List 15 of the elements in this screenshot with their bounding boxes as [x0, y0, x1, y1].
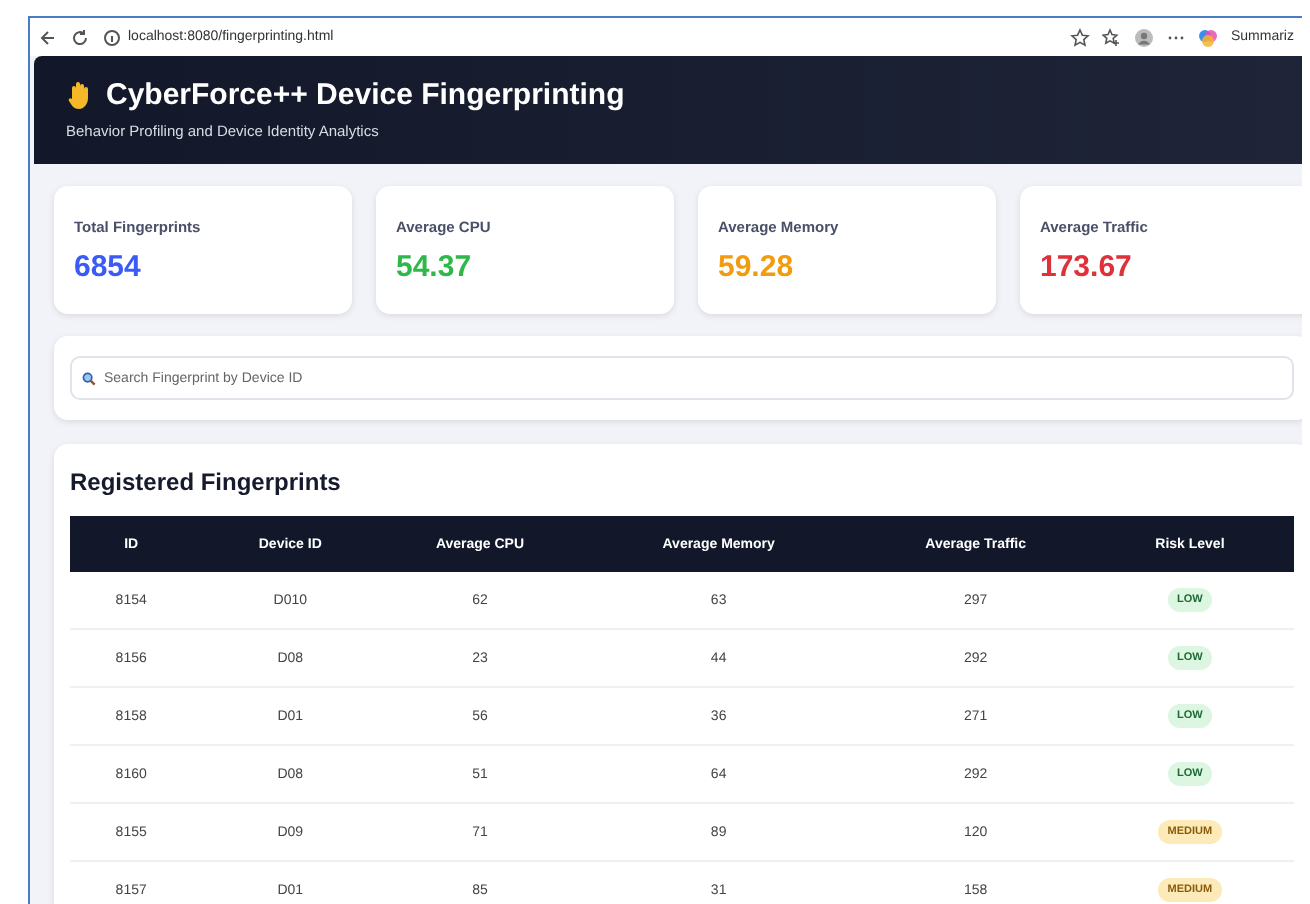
search-icon — [82, 372, 96, 386]
stat-value: 6854 — [74, 249, 143, 283]
star-icon[interactable] — [1070, 27, 1091, 47]
stat-value: 59.28 — [718, 249, 796, 283]
reload-icon[interactable] — [70, 27, 90, 47]
stat-value: 54.37 — [396, 249, 474, 283]
hand-icon — [66, 80, 94, 110]
avatar-icon[interactable] — [1134, 27, 1155, 47]
assistant-icon[interactable] — [1198, 27, 1219, 47]
stat-value: 173.67 — [1040, 249, 1134, 283]
table-title: Registered Fingerprints — [70, 468, 343, 496]
favorites-icon[interactable] — [1102, 27, 1123, 47]
page-title: CyberForce++ Device Fingerprinting — [106, 78, 625, 112]
info-icon[interactable] — [102, 27, 122, 47]
back-icon[interactable] — [38, 27, 58, 47]
